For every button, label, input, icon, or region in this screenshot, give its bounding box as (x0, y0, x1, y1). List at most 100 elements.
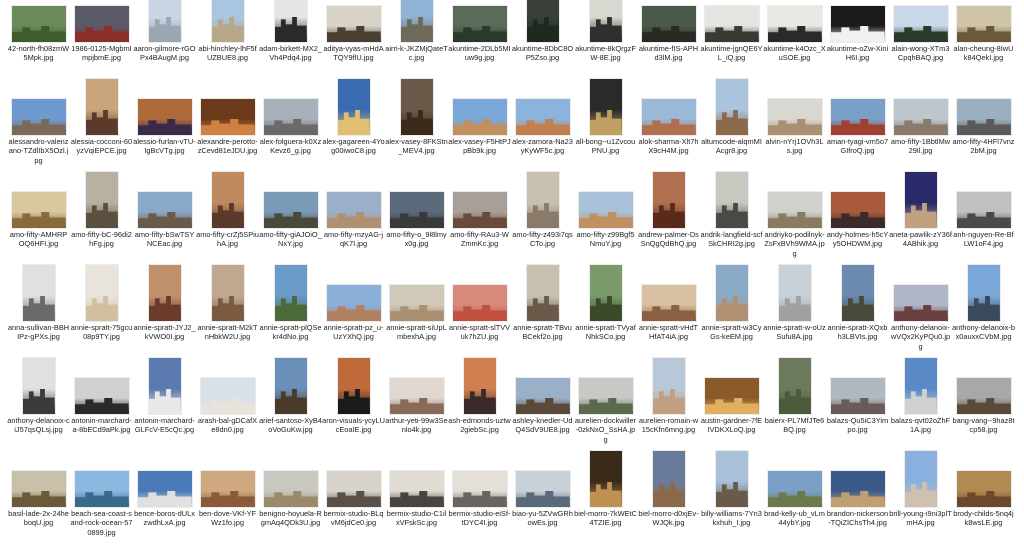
file-item[interactable]: brill-young-i9ni3plTmHA.jpg (889, 451, 952, 560)
file-thumbnail[interactable] (526, 265, 559, 321)
file-thumbnail[interactable] (200, 378, 255, 414)
file-thumbnail[interactable] (956, 6, 1011, 42)
file-thumbnail[interactable] (274, 265, 307, 321)
file-thumbnail[interactable] (526, 172, 559, 228)
file-item[interactable]: akuntime-fIS-APHd3lM.jpg (637, 2, 700, 95)
file-thumbnail[interactable] (200, 99, 255, 135)
file-thumbnail[interactable] (515, 471, 570, 507)
file-thumbnail[interactable] (578, 192, 633, 228)
file-thumbnail[interactable] (515, 99, 570, 135)
file-thumbnail[interactable] (337, 358, 370, 414)
file-thumbnail[interactable] (830, 378, 885, 414)
file-item[interactable]: bermix-studio-C1ilxVFskSc.jpg (385, 467, 448, 560)
file-thumbnail[interactable] (830, 6, 885, 42)
file-item[interactable]: annie-spratt-w3CyGs-keEM.jpg (700, 265, 763, 374)
file-thumbnail[interactable] (578, 378, 633, 414)
file-thumbnail[interactable] (778, 265, 811, 321)
file-thumbnail[interactable] (148, 0, 181, 42)
file-thumbnail[interactable] (652, 451, 685, 507)
file-thumbnail[interactable] (389, 378, 444, 414)
file-item[interactable]: billy-williams-7Yn3kxhuh_I.jpg (700, 451, 763, 560)
file-thumbnail[interactable] (778, 358, 811, 414)
file-thumbnail[interactable] (589, 79, 622, 135)
file-item[interactable]: arief-santoso-XyB4oVoGuKw.jpg (259, 358, 322, 467)
file-item[interactable]: bang-vang--9haz8tcp58.jpg (952, 374, 1015, 467)
file-thumbnail[interactable] (400, 79, 433, 135)
file-item[interactable]: all-bong--u1ZvcouPNU.jpg (574, 79, 637, 188)
file-item[interactable]: akuntime-oZw-XiniH6I.jpg (826, 2, 889, 95)
file-item[interactable]: abi-hinchley-lhF5fUZBUE8.jpg (196, 0, 259, 95)
file-item[interactable]: biel-morro-7kWEtC4TZIE.jpg (574, 451, 637, 560)
file-item[interactable]: alex-folguera-k0XzKevz6_g.jpg (259, 95, 322, 188)
file-thumbnail[interactable] (904, 172, 937, 228)
file-thumbnail[interactable] (767, 6, 822, 42)
file-thumbnail[interactable] (74, 378, 129, 414)
file-thumbnail[interactable] (337, 79, 370, 135)
file-thumbnail[interactable] (263, 471, 318, 507)
file-thumbnail[interactable] (211, 172, 244, 228)
file-item[interactable]: alex-gagareen-4Yog00iwoC8.jpg (322, 79, 385, 188)
file-thumbnail[interactable] (389, 192, 444, 228)
file-thumbnail[interactable] (74, 471, 129, 507)
file-thumbnail[interactable] (956, 99, 1011, 135)
file-thumbnail[interactable] (967, 265, 1000, 321)
file-thumbnail[interactable] (715, 79, 748, 135)
file-thumbnail[interactable] (767, 471, 822, 507)
file-thumbnail[interactable] (589, 265, 622, 321)
file-item[interactable]: ben-dove-VKf-YFWz1fo.jpg (196, 467, 259, 560)
file-item[interactable]: bermix-studio-BLqvM6jdCe0.jpg (322, 467, 385, 560)
file-thumbnail[interactable] (956, 192, 1011, 228)
file-thumbnail[interactable] (326, 471, 381, 507)
file-item[interactable]: alex-vasey-8FKStn_MEV4.jpg (385, 79, 448, 188)
file-thumbnail[interactable] (452, 192, 507, 228)
file-item[interactable]: alain-wong-XTm3CpqhBAQ.jpg (889, 2, 952, 95)
file-thumbnail[interactable] (137, 99, 192, 135)
file-thumbnail[interactable] (641, 99, 696, 135)
file-item[interactable]: akuntime-8DbC8OP5Zso.jpg (511, 0, 574, 95)
file-item[interactable]: akuntime-k4Ozc_XuSOE.jpg (763, 2, 826, 95)
file-item[interactable]: annie-spratt-75gcu08p9TY.jpg (70, 265, 133, 374)
file-thumbnail[interactable] (715, 265, 748, 321)
file-item[interactable]: baierx-PL7MfJTe6BQ.jpg (763, 358, 826, 467)
file-item[interactable]: amo-fifty-RAu3-WZmmKc.jpg (448, 188, 511, 281)
file-thumbnail[interactable] (263, 99, 318, 135)
file-item[interactable]: anthony-delanoix-bx0auxxCVbM.jpg (952, 265, 1015, 374)
file-thumbnail[interactable] (326, 285, 381, 321)
file-thumbnail[interactable] (715, 172, 748, 228)
file-thumbnail[interactable] (841, 265, 874, 321)
file-thumbnail[interactable] (274, 0, 307, 42)
file-item[interactable]: amo-fifty-4HFl7vnz2bM.jpg (952, 95, 1015, 188)
file-thumbnail[interactable] (22, 265, 55, 321)
file-thumbnail[interactable] (389, 285, 444, 321)
file-thumbnail[interactable] (652, 172, 685, 228)
file-item[interactable]: alvin-nYrj1OVh3Ls.jpg (763, 95, 826, 188)
file-thumbnail[interactable] (956, 471, 1011, 507)
file-item[interactable]: brad-kelly-ub_vLm44ybY.jpg (763, 467, 826, 560)
file-thumbnail[interactable] (452, 471, 507, 507)
file-thumbnail[interactable] (11, 6, 66, 42)
file-thumbnail[interactable] (767, 99, 822, 135)
file-item[interactable]: bence-boros-dULxzwdhLxA.jpg (133, 467, 196, 560)
file-thumbnail[interactable] (148, 265, 181, 321)
file-thumbnail[interactable] (893, 285, 948, 321)
file-item[interactable]: ashley-knedler-UdQ4SdV9UE8.jpg (511, 374, 574, 467)
file-thumbnail[interactable] (211, 265, 244, 321)
file-thumbnail[interactable] (704, 6, 759, 42)
file-thumbnail[interactable] (893, 6, 948, 42)
file-thumbnail[interactable] (652, 358, 685, 414)
file-thumbnail[interactable] (515, 378, 570, 414)
file-item[interactable]: aaron-gilmore-rGOPx4BAugM.jpg (133, 0, 196, 95)
file-item[interactable]: ash-edmonds-uztw2giebSc.jpg (448, 358, 511, 467)
file-thumbnail[interactable] (400, 0, 433, 42)
file-thumbnail[interactable] (85, 265, 118, 321)
file-thumbnail[interactable] (452, 99, 507, 135)
file-thumbnail[interactable] (326, 6, 381, 42)
file-thumbnail[interactable] (263, 192, 318, 228)
file-thumbnail[interactable] (74, 6, 129, 42)
file-thumbnail[interactable] (85, 172, 118, 228)
file-item[interactable]: amo-fifty-o_9l8lmyx0g.jpg (385, 188, 448, 281)
file-item[interactable]: annie-spratt-M2kTnHbkW2U.jpg (196, 265, 259, 374)
file-item[interactable]: biao-yu-5ZVwGRhowEs.jpg (511, 467, 574, 560)
file-thumbnail[interactable] (830, 192, 885, 228)
file-thumbnail[interactable] (452, 6, 507, 42)
